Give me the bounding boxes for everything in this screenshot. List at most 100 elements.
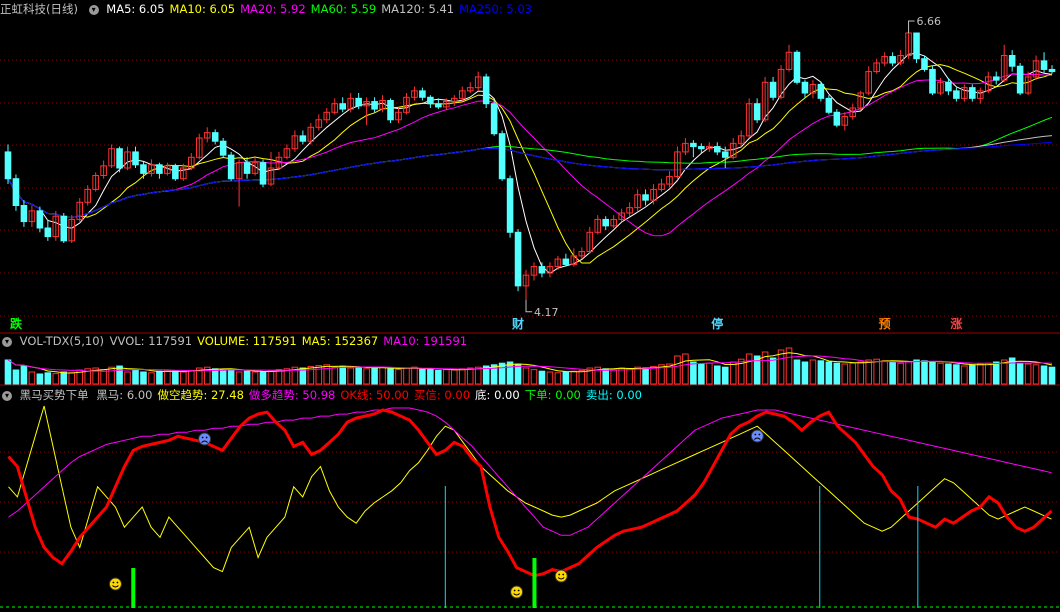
volume-bar: [275, 369, 283, 385]
event-marker-1: 财: [511, 316, 524, 331]
volume-bar: [857, 361, 865, 385]
low-label: 4.17: [534, 306, 559, 319]
happy-face-icon-eye: [116, 581, 119, 584]
candle: [36, 210, 44, 229]
volume-bar: [52, 373, 60, 385]
volume-bar: [379, 366, 386, 385]
volume-bar: [140, 371, 147, 385]
candle: [1048, 68, 1056, 73]
volume-bar: [355, 366, 362, 385]
volume-bar: [132, 369, 139, 385]
volume-bar: [68, 372, 76, 385]
volume-bar: [817, 360, 825, 385]
volume-bar: [992, 361, 1000, 385]
volume-bar: [235, 371, 243, 385]
candle: [140, 164, 147, 174]
sad-face-icon: [750, 429, 764, 443]
volume-bar: [626, 368, 633, 385]
candle: [490, 103, 498, 135]
volume-bar: [706, 362, 713, 385]
candle: [825, 97, 833, 113]
volume-bar: [1048, 366, 1056, 385]
sad-face-icon-eye: [758, 433, 761, 436]
volume-bar: [777, 349, 785, 385]
price-chart[interactable]: 6.66 4.17 跌 财 停 预 涨: [0, 0, 1060, 334]
volume-bar: [259, 371, 267, 385]
candle: [355, 97, 362, 107]
candle: [817, 83, 825, 99]
volume-bar: [530, 369, 538, 385]
event-marker-0: 跌: [10, 316, 23, 331]
event-marker-3: 预: [879, 317, 891, 331]
volume-bar: [363, 368, 370, 385]
candle: [1008, 55, 1016, 67]
volume-bar: [339, 365, 347, 385]
volume-bar: [12, 369, 20, 385]
indicator-chart[interactable]: [0, 386, 1060, 612]
volume-bar: [642, 367, 649, 385]
volume-bar: [315, 365, 323, 385]
candle: [172, 165, 179, 180]
candle: [713, 146, 721, 153]
volume-bar: [443, 369, 450, 385]
happy-face-icon: [554, 569, 568, 583]
volume-bar: [4, 359, 12, 385]
happy-face-icon: [108, 577, 122, 591]
volume-bar: [554, 372, 562, 385]
volume-bar: [562, 371, 570, 385]
volume-bar: [116, 365, 123, 385]
candle: [299, 135, 307, 142]
sad-face-icon-eye: [754, 433, 757, 436]
candle: [12, 178, 20, 206]
volume-bar: [809, 359, 817, 385]
volume-bar: [690, 361, 697, 385]
candle: [435, 103, 442, 108]
volume-bar: [801, 361, 809, 385]
volume-bar: [124, 371, 131, 385]
candle: [419, 90, 426, 98]
volume-bar: [546, 371, 554, 385]
candle: [259, 162, 267, 185]
candle: [4, 151, 12, 180]
long-trend-line: [8, 407, 1052, 536]
candle: [793, 51, 801, 83]
candle: [602, 218, 610, 227]
volume-bar: [156, 370, 163, 385]
candle: [498, 133, 506, 180]
candle: [889, 56, 896, 64]
volume-bar: [435, 369, 442, 385]
volume-chart[interactable]: [0, 334, 1060, 386]
volume-bar: [849, 362, 857, 385]
candle: [243, 162, 251, 174]
volume-bar: [538, 370, 546, 385]
volume-bar: [403, 367, 410, 385]
volume-bar: [905, 361, 912, 385]
sad-face-icon-eye: [201, 436, 204, 439]
candle: [20, 205, 28, 223]
volume-bar: [36, 373, 44, 385]
happy-face-icon: [510, 585, 524, 599]
volume-bar: [323, 364, 331, 385]
candle: [969, 87, 976, 99]
candle: [514, 231, 522, 287]
volume-bar: [825, 361, 833, 385]
volume-bar: [387, 368, 394, 385]
event-marker-4: 涨: [950, 316, 962, 331]
volume-bar: [570, 370, 578, 385]
volume-bar: [411, 366, 418, 385]
candle: [953, 90, 960, 99]
happy-face-icon-eye: [562, 573, 565, 576]
volume-bar: [961, 365, 968, 385]
candle: [227, 154, 235, 180]
candle: [482, 76, 490, 105]
volume-bar: [913, 359, 920, 385]
happy-face-icon-eye: [513, 589, 516, 592]
happy-face-icon-eye: [517, 589, 520, 592]
candle: [929, 68, 936, 94]
candle: [371, 101, 378, 110]
volume-bar: [945, 363, 952, 385]
volume-bar: [650, 365, 657, 385]
short-trend-line: [8, 405, 1052, 573]
volume-bar: [267, 369, 275, 385]
low-pointer: [525, 299, 533, 313]
